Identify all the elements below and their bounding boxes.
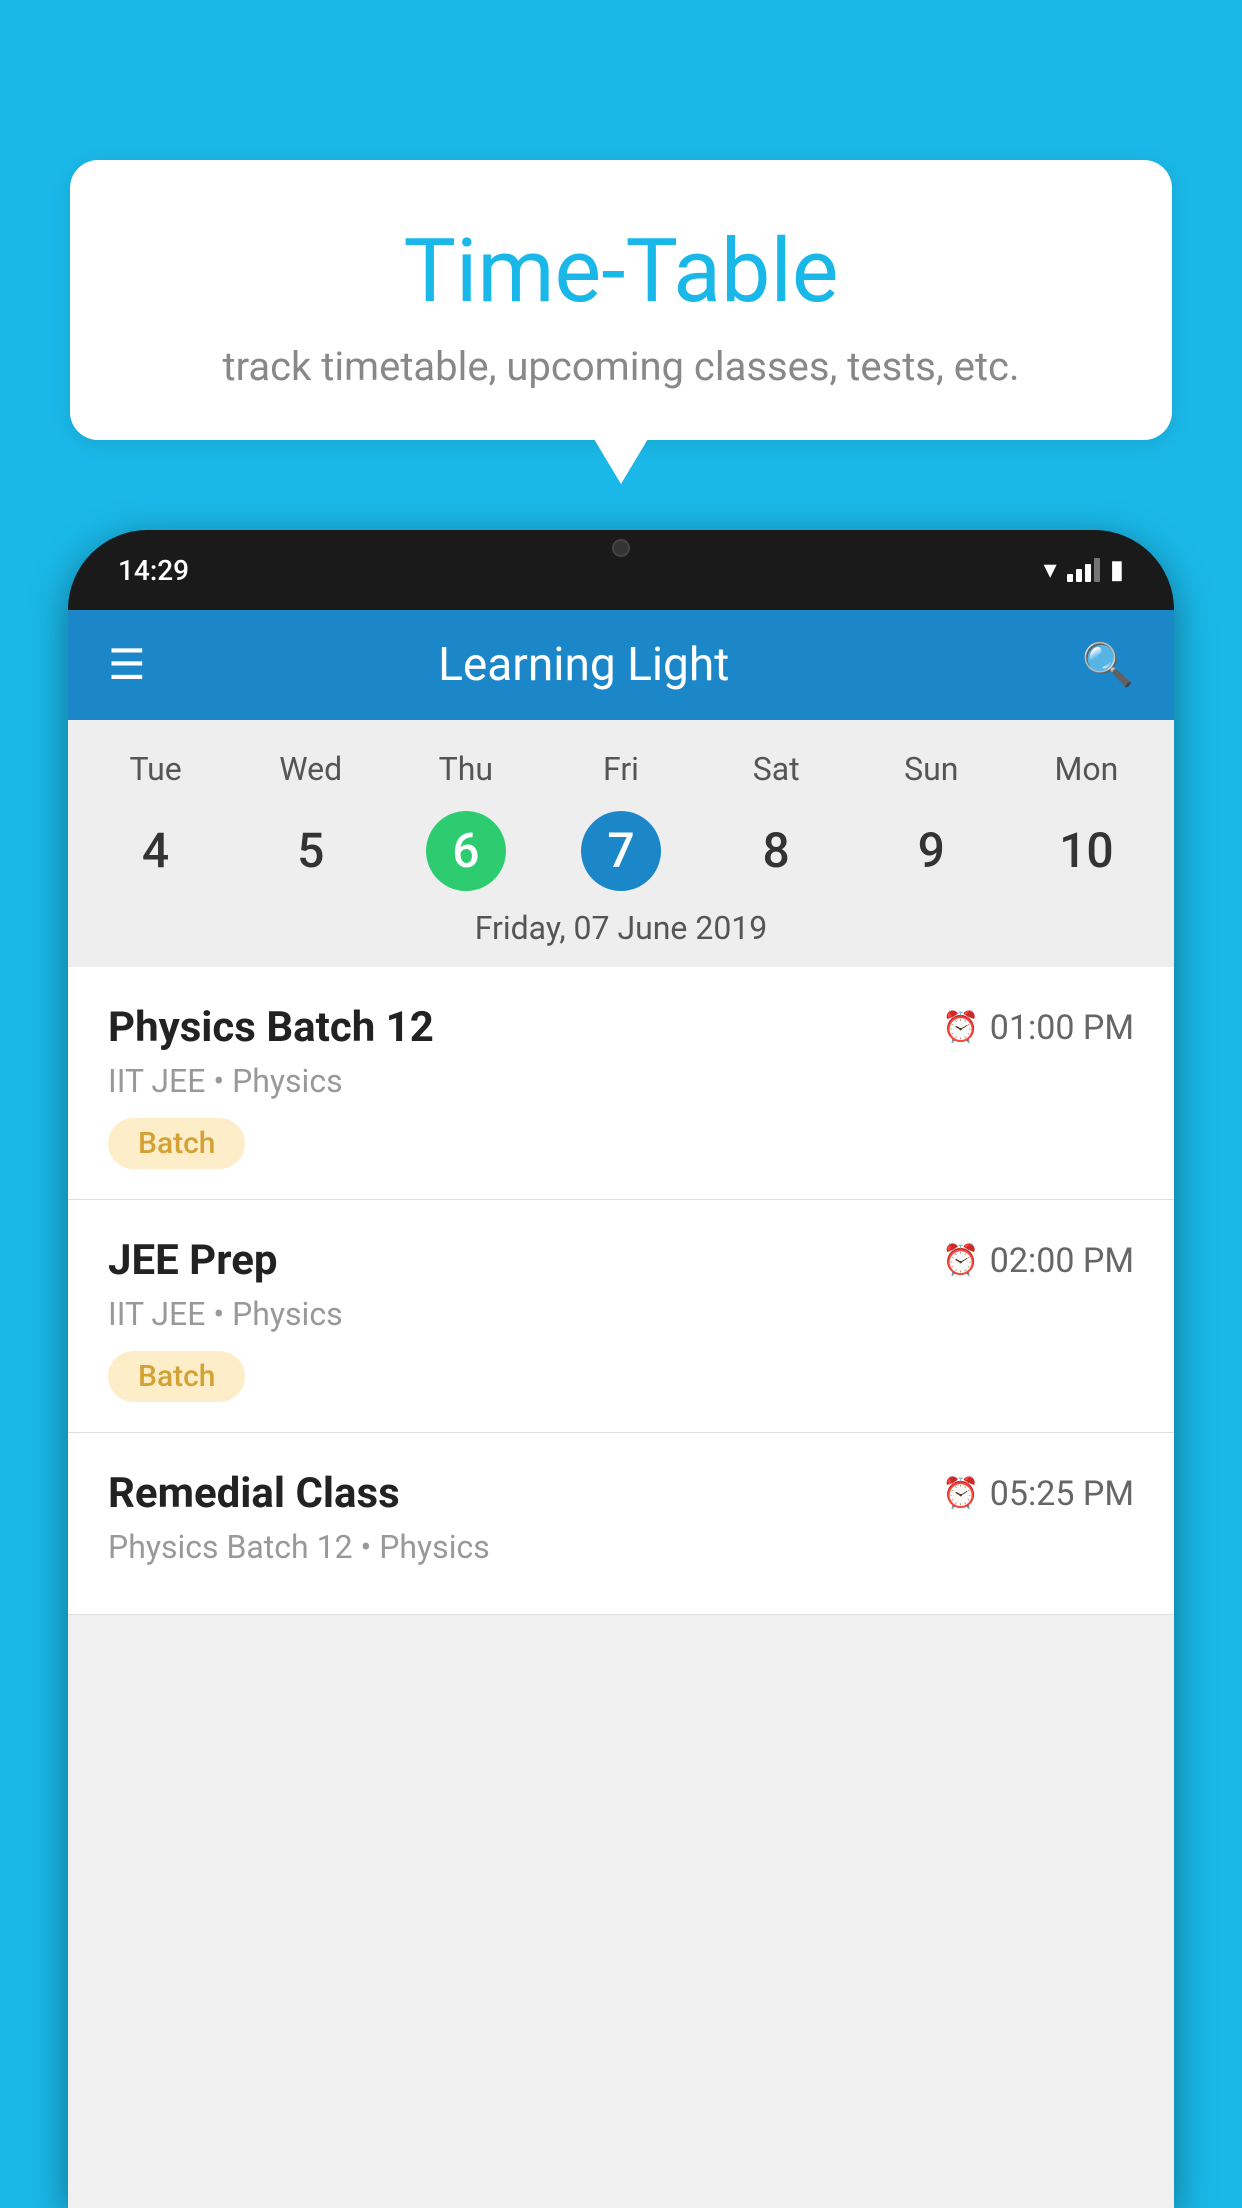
signal-icon	[1067, 558, 1100, 582]
selected-date-label: Friday, 07 June 2019	[68, 893, 1174, 967]
calendar-section: TueWedThuFriSatSunMon 4 5 67 8 9 10 Friday, 0…	[68, 720, 1174, 967]
schedule-item-time: ⏰02:00 PM	[942, 1241, 1134, 1281]
phone-frame: 14:29 ▾ ▮ ☰ Learning Light 🔍	[68, 530, 1174, 2208]
phone-time: 14:29	[118, 554, 189, 587]
schedule-item-time: ⏰01:00 PM	[942, 1008, 1134, 1048]
wifi-icon: ▾	[1044, 555, 1057, 585]
app-title: Learning Light	[176, 638, 992, 692]
schedule-item-title: JEE Prep	[108, 1236, 278, 1285]
day-header: Thu	[388, 740, 543, 798]
day-header: Mon	[1009, 740, 1164, 798]
schedule-item[interactable]: JEE Prep ⏰02:00 PM IIT JEE • Physics Batch	[68, 1200, 1174, 1433]
date-cell[interactable]: 6	[426, 811, 506, 891]
schedule-item-subtitle: IIT JEE • Physics	[108, 1295, 1134, 1333]
search-icon[interactable]: 🔍	[1082, 641, 1134, 690]
schedule-item-title: Remedial Class	[108, 1469, 400, 1518]
date-cell[interactable]: 8	[762, 808, 789, 893]
status-bar: 14:29 ▾ ▮	[68, 530, 1174, 610]
tooltip-subtitle: track timetable, upcoming classes, tests…	[120, 343, 1122, 390]
date-cell[interactable]: 7	[581, 811, 661, 891]
schedule-item[interactable]: Remedial Class ⏰05:25 PM Physics Batch 12 …	[68, 1433, 1174, 1615]
tooltip-card: Time-Table track timetable, upcoming cla…	[70, 160, 1172, 440]
tooltip-title: Time-Table	[120, 220, 1122, 323]
app-toolbar: ☰ Learning Light 🔍	[68, 610, 1174, 720]
day-headers: TueWedThuFriSatSunMon	[68, 740, 1174, 798]
date-cell[interactable]: 4	[142, 808, 169, 893]
clock-icon: ⏰	[942, 1476, 979, 1511]
day-header: Sat	[699, 740, 854, 798]
schedule-item-subtitle: IIT JEE • Physics	[108, 1062, 1134, 1100]
camera-dot	[612, 539, 630, 557]
date-cell[interactable]: 9	[918, 808, 945, 893]
batch-tag: Batch	[108, 1118, 245, 1169]
batch-tag: Batch	[108, 1351, 245, 1402]
hamburger-icon[interactable]: ☰	[108, 640, 146, 690]
schedule-item-title: Physics Batch 12	[108, 1003, 434, 1052]
phone-notch	[561, 530, 681, 566]
clock-icon: ⏰	[942, 1243, 979, 1278]
schedule-item-subtitle: Physics Batch 12 • Physics	[108, 1528, 1134, 1566]
day-header: Wed	[233, 740, 388, 798]
status-icons: ▾ ▮	[1044, 555, 1124, 585]
app-content: ☰ Learning Light 🔍 TueWedThuFriSatSunMon…	[68, 610, 1174, 2208]
date-cell[interactable]: 10	[1059, 808, 1114, 893]
schedule-item[interactable]: Physics Batch 12 ⏰01:00 PM IIT JEE • Physi…	[68, 967, 1174, 1200]
date-cell[interactable]: 5	[297, 808, 324, 893]
day-header: Sun	[854, 740, 1009, 798]
schedule-item-time: ⏰05:25 PM	[942, 1474, 1134, 1514]
clock-icon: ⏰	[942, 1010, 979, 1045]
day-header: Tue	[78, 740, 233, 798]
day-header: Fri	[543, 740, 698, 798]
battery-icon: ▮	[1110, 555, 1124, 585]
schedule-list: Physics Batch 12 ⏰01:00 PM IIT JEE • Physi…	[68, 967, 1174, 1615]
date-row[interactable]: 4 5 67 8 9 10	[68, 798, 1174, 893]
